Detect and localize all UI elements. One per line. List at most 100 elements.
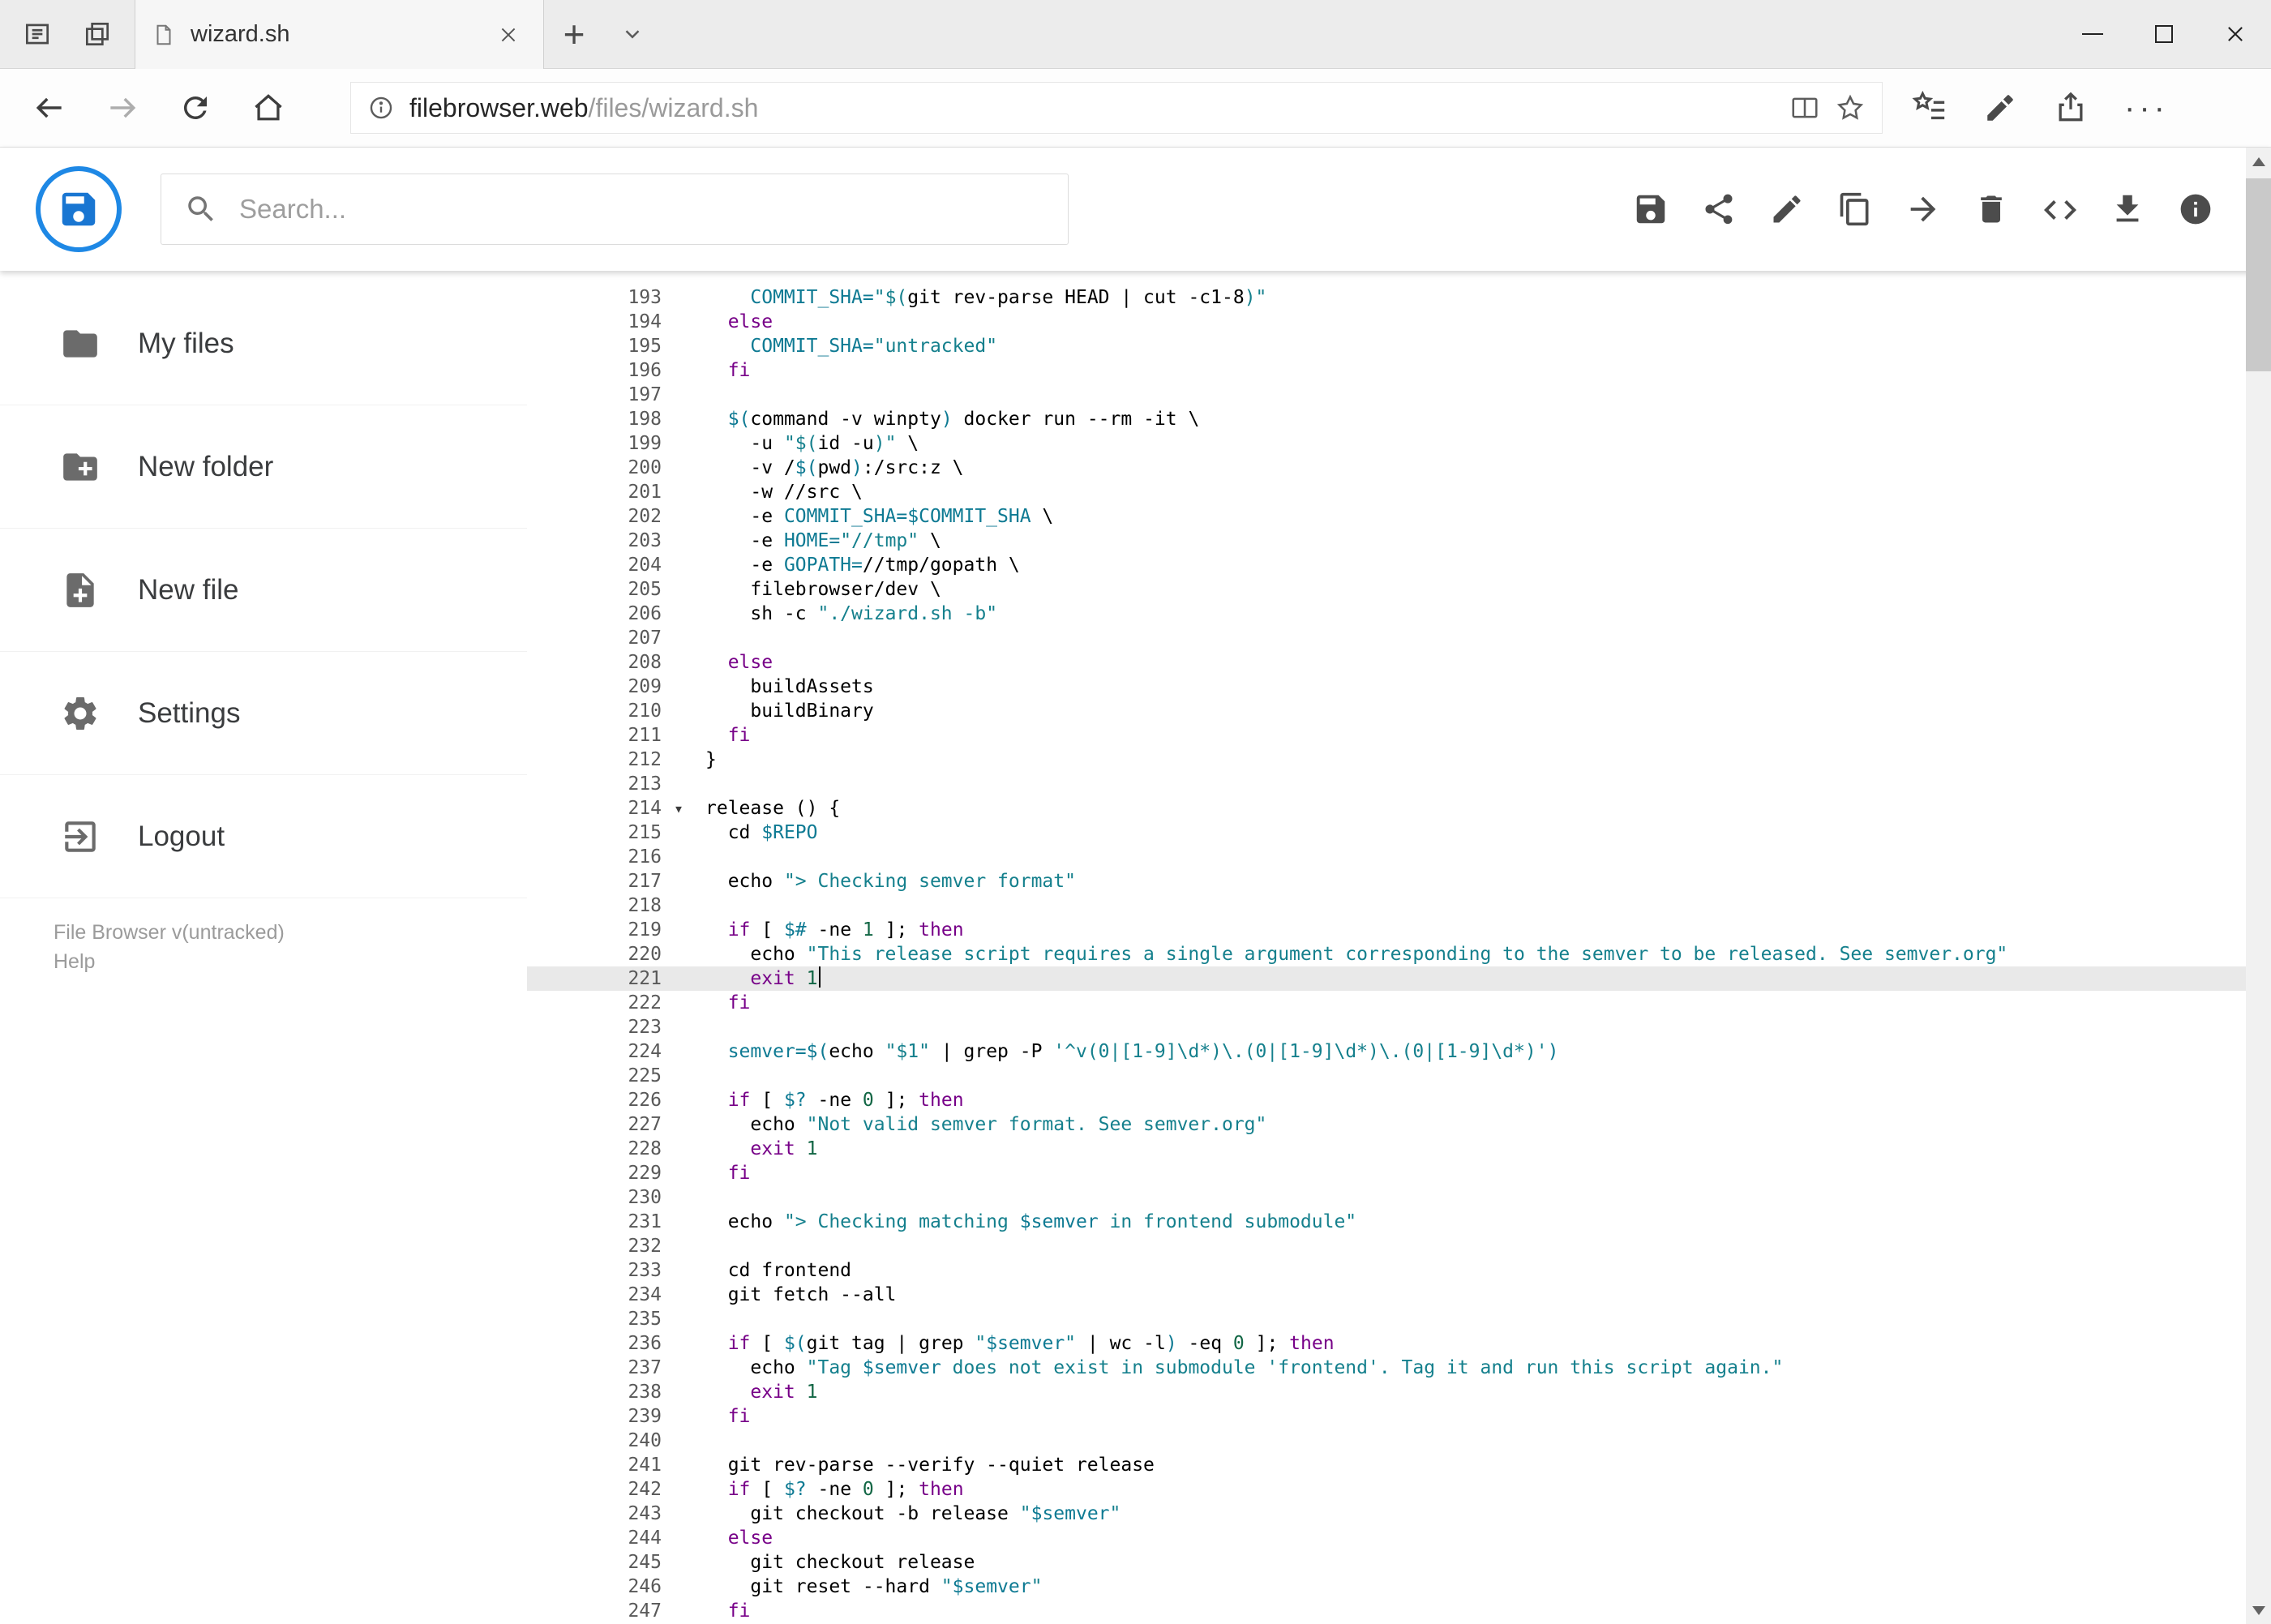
code-editor[interactable]: 193 COMMIT_SHA="$(git rev-parse HEAD | c… bbox=[527, 271, 2271, 1624]
hub-favorites-icon[interactable] bbox=[1910, 89, 1947, 126]
code-line-246[interactable]: 246 git reset --hard "$semver" bbox=[527, 1575, 2271, 1599]
code-line-193[interactable]: 193 COMMIT_SHA="$(git rev-parse HEAD | c… bbox=[527, 285, 2271, 310]
code-line-226[interactable]: 226 if [ $? -ne 0 ]; then bbox=[527, 1088, 2271, 1112]
share-icon[interactable] bbox=[2053, 90, 2089, 126]
new-tab-button[interactable]: + bbox=[544, 0, 604, 68]
code-line-207[interactable]: 207 bbox=[527, 626, 2271, 650]
move-arrow-button[interactable] bbox=[1905, 191, 1942, 228]
code-line-235[interactable]: 235 bbox=[527, 1307, 2271, 1331]
code-line-213[interactable]: 213 bbox=[527, 772, 2271, 796]
address-bar[interactable]: filebrowser.web/files/wizard.sh bbox=[350, 82, 1883, 134]
code-line-224[interactable]: 224 semver=$(echo "$1" | grep -P '^v(0|[… bbox=[527, 1039, 2271, 1064]
rename-pencil-button[interactable] bbox=[1768, 191, 1806, 228]
code-line-203[interactable]: 203 -e HOME="//tmp" \ bbox=[527, 529, 2271, 553]
code-line-195[interactable]: 195 COMMIT_SHA="untracked" bbox=[527, 334, 2271, 358]
code-line-244[interactable]: 244 else bbox=[527, 1526, 2271, 1550]
forward-button[interactable] bbox=[86, 75, 159, 140]
code-line-222[interactable]: 222 fi bbox=[527, 991, 2271, 1015]
code-line-204[interactable]: 204 -e GOPATH=//tmp/gopath \ bbox=[527, 553, 2271, 577]
download-button[interactable] bbox=[2109, 191, 2146, 228]
reading-view-icon[interactable] bbox=[1789, 92, 1820, 123]
code-line-220[interactable]: 220 echo "This release script requires a… bbox=[527, 942, 2271, 966]
share-file-button[interactable] bbox=[1700, 191, 1738, 228]
site-info-icon[interactable] bbox=[367, 94, 395, 122]
code-line-205[interactable]: 205 filebrowser/dev \ bbox=[527, 577, 2271, 602]
code-line-218[interactable]: 218 bbox=[527, 893, 2271, 918]
code-line-243[interactable]: 243 git checkout -b release "$semver" bbox=[527, 1502, 2271, 1526]
search-bar[interactable] bbox=[161, 174, 1069, 245]
code-line-232[interactable]: 232 bbox=[527, 1234, 2271, 1258]
page-scrollbar[interactable] bbox=[2246, 148, 2271, 1624]
code-line-245[interactable]: 245 git checkout release bbox=[527, 1550, 2271, 1575]
tab-preview-chevron-icon[interactable] bbox=[604, 0, 661, 68]
code-line-208[interactable]: 208 else bbox=[527, 650, 2271, 675]
sidebar-item-new-file[interactable]: New file bbox=[0, 529, 527, 652]
code-line-199[interactable]: 199 -u "$(id -u)" \ bbox=[527, 431, 2271, 456]
code-line-247[interactable]: 247 fi bbox=[527, 1599, 2271, 1623]
web-note-pen-icon[interactable] bbox=[1983, 91, 2017, 125]
code-line-200[interactable]: 200 -v /$(pwd):/src:z \ bbox=[527, 456, 2271, 480]
more-options-icon[interactable]: ··· bbox=[2124, 92, 2169, 124]
code-line-194[interactable]: 194 else bbox=[527, 310, 2271, 334]
refresh-button[interactable] bbox=[159, 75, 232, 140]
tab-preview-panel-icon[interactable] bbox=[11, 8, 63, 60]
search-input[interactable] bbox=[239, 194, 1045, 225]
code-line-217[interactable]: 217 echo "> Checking semver format" bbox=[527, 869, 2271, 893]
code-line-215[interactable]: 215 cd $REPO bbox=[527, 821, 2271, 845]
code-line-229[interactable]: 229 fi bbox=[527, 1161, 2271, 1185]
sidebar-item-logout[interactable]: Logout bbox=[0, 775, 527, 898]
maximize-button[interactable] bbox=[2128, 0, 2200, 68]
code-line-234[interactable]: 234 git fetch --all bbox=[527, 1283, 2271, 1307]
code-line-221[interactable]: 221 exit 1 bbox=[527, 966, 2271, 991]
code-line-211[interactable]: 211 fi bbox=[527, 723, 2271, 748]
back-button[interactable] bbox=[13, 75, 86, 140]
code-line-201[interactable]: 201 -w //src \ bbox=[527, 480, 2271, 504]
code-line-230[interactable]: 230 bbox=[527, 1185, 2271, 1210]
code-line-238[interactable]: 238 exit 1 bbox=[527, 1380, 2271, 1404]
code-line-210[interactable]: 210 buildBinary bbox=[527, 699, 2271, 723]
code-line-240[interactable]: 240 bbox=[527, 1429, 2271, 1453]
code-editor-button[interactable] bbox=[2041, 191, 2078, 228]
scrollbar-thumb[interactable] bbox=[2246, 178, 2271, 371]
copy-button[interactable] bbox=[1836, 191, 1874, 228]
fold-marker-icon[interactable]: ▾ bbox=[662, 796, 696, 821]
code-line-225[interactable]: 225 bbox=[527, 1064, 2271, 1088]
code-line-242[interactable]: 242 if [ $? -ne 0 ]; then bbox=[527, 1477, 2271, 1502]
code-line-239[interactable]: 239 fi bbox=[527, 1404, 2271, 1429]
help-link[interactable]: Help bbox=[54, 947, 511, 976]
code-line-228[interactable]: 228 exit 1 bbox=[527, 1137, 2271, 1161]
scroll-down-button[interactable] bbox=[2246, 1596, 2271, 1624]
code-line-206[interactable]: 206 sh -c "./wizard.sh -b" bbox=[527, 602, 2271, 626]
code-line-237[interactable]: 237 echo "Tag $semver does not exist in … bbox=[527, 1356, 2271, 1380]
sidebar-item-settings[interactable]: Settings bbox=[0, 652, 527, 775]
save-button[interactable] bbox=[1632, 191, 1669, 228]
tab-wizard-sh[interactable]: wizard.sh bbox=[135, 0, 544, 69]
code-line-198[interactable]: 198 $(command -v winpty) docker run --rm… bbox=[527, 407, 2271, 431]
code-line-227[interactable]: 227 echo "Not valid semver format. See s… bbox=[527, 1112, 2271, 1137]
scroll-up-button[interactable] bbox=[2246, 148, 2271, 175]
tab-close-icon[interactable] bbox=[490, 16, 527, 54]
code-line-219[interactable]: 219 if [ $# -ne 1 ]; then bbox=[527, 918, 2271, 942]
code-line-209[interactable]: 209 buildAssets bbox=[527, 675, 2271, 699]
code-line-216[interactable]: 216 bbox=[527, 845, 2271, 869]
sidebar-item-my-files[interactable]: My files bbox=[0, 282, 527, 405]
code-line-197[interactable]: 197 bbox=[527, 383, 2271, 407]
code-line-202[interactable]: 202 -e COMMIT_SHA=$COMMIT_SHA \ bbox=[527, 504, 2271, 529]
home-button[interactable] bbox=[232, 75, 305, 140]
close-window-button[interactable] bbox=[2200, 0, 2271, 68]
code-line-212[interactable]: 212} bbox=[527, 748, 2271, 772]
sidebar-item-new-folder[interactable]: New folder bbox=[0, 405, 527, 529]
info-button[interactable] bbox=[2177, 191, 2214, 228]
delete-trash-button[interactable] bbox=[1973, 191, 2010, 228]
code-line-233[interactable]: 233 cd frontend bbox=[527, 1258, 2271, 1283]
code-line-231[interactable]: 231 echo "> Checking matching $semver in… bbox=[527, 1210, 2271, 1234]
set-tabs-aside-icon[interactable] bbox=[71, 8, 123, 60]
code-line-214[interactable]: 214 ▾ release () { bbox=[527, 796, 2271, 821]
code-line-196[interactable]: 196 fi bbox=[527, 358, 2271, 383]
filebrowser-logo-icon[interactable] bbox=[36, 166, 122, 252]
code-line-241[interactable]: 241 git rev-parse --verify --quiet relea… bbox=[527, 1453, 2271, 1477]
code-line-236[interactable]: 236 if [ $(git tag | grep "$semver" | wc… bbox=[527, 1331, 2271, 1356]
minimize-button[interactable] bbox=[2057, 0, 2128, 68]
code-line-223[interactable]: 223 bbox=[527, 1015, 2271, 1039]
add-favorite-star-icon[interactable] bbox=[1835, 92, 1866, 123]
